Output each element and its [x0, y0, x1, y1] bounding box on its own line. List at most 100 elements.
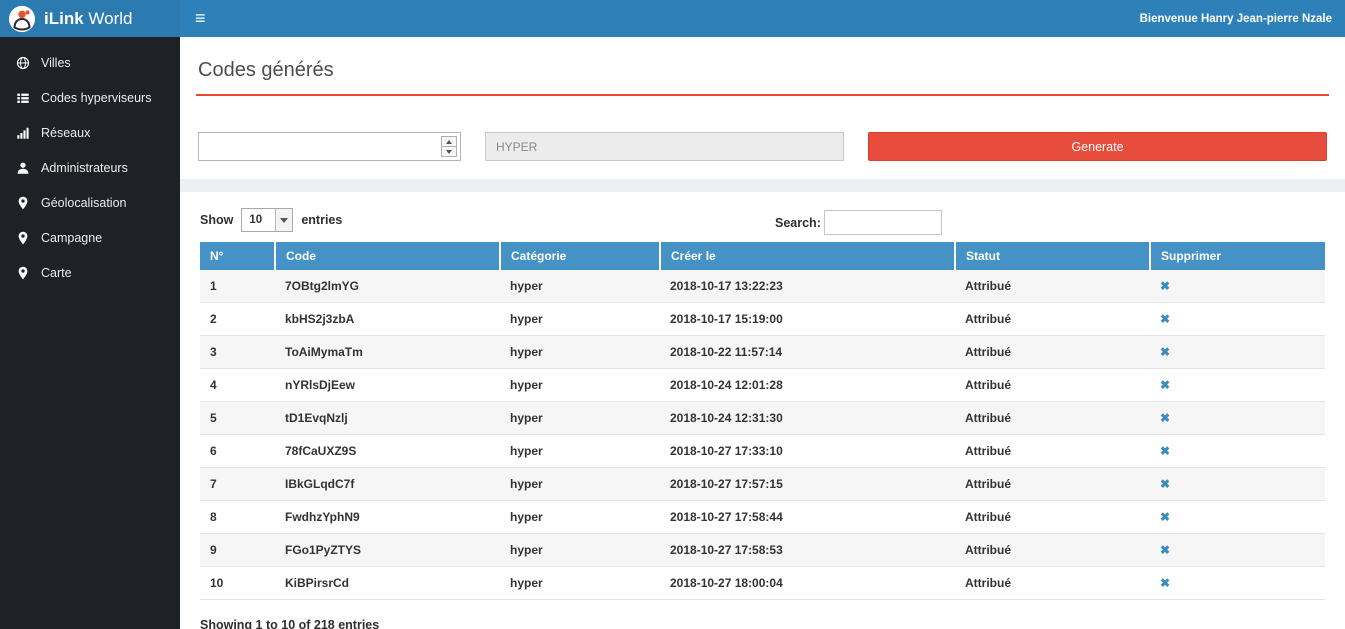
header-num[interactable]: N°	[200, 242, 275, 270]
pagination: Previous 12345…22 Next	[265, 612, 1345, 629]
table-row: 8FwdhzYphN9hyper2018-10-27 17:58:44Attri…	[200, 501, 1325, 534]
page-length-control: Show 10 entries	[200, 208, 1325, 232]
cell-category: hyper	[500, 270, 660, 303]
cell-created: 2018-10-27 17:33:10	[660, 435, 955, 468]
cell-delete: ✖	[1150, 336, 1325, 369]
search-input[interactable]	[824, 210, 942, 235]
user-icon	[15, 160, 30, 175]
generate-panel: Codes générés Generate	[180, 37, 1345, 179]
cell-num: 6	[200, 435, 275, 468]
sidebar-item-reseaux[interactable]: Réseaux	[0, 115, 180, 150]
welcome-user-name: Hanry Jean-pierre Nzale	[1201, 13, 1332, 25]
table-controls: Show 10 entries Search:	[200, 208, 1325, 242]
cell-delete: ✖	[1150, 468, 1325, 501]
cell-created: 2018-10-27 18:00:04	[660, 567, 955, 600]
header-code[interactable]: Code	[275, 242, 500, 270]
delete-icon[interactable]: ✖	[1160, 543, 1170, 557]
cell-status: Attribué	[955, 336, 1150, 369]
sidebar-item-codes-hyperviseurs[interactable]: Codes hyperviseurs	[0, 80, 180, 115]
cell-created: 2018-10-17 15:19:00	[660, 303, 955, 336]
table-row: 9FGo1PyZTYShyper2018-10-27 17:58:53Attri…	[200, 534, 1325, 567]
globe-icon	[15, 55, 30, 70]
ilink-logo	[8, 5, 36, 33]
delete-icon[interactable]: ✖	[1160, 345, 1170, 359]
cell-status: Attribué	[955, 567, 1150, 600]
hamburger-menu-icon[interactable]: ≡	[180, 0, 221, 37]
cell-created: 2018-10-27 17:58:44	[660, 501, 955, 534]
cell-category: hyper	[500, 534, 660, 567]
delete-icon[interactable]: ✖	[1160, 279, 1170, 293]
sidebar-item-villes[interactable]: Villes	[0, 45, 180, 80]
delete-icon[interactable]: ✖	[1160, 444, 1170, 458]
page-length-select[interactable]: 10	[241, 208, 293, 232]
cell-num: 1	[200, 270, 275, 303]
cell-status: Attribué	[955, 270, 1150, 303]
sidebar-item-campagne[interactable]: Campagne	[0, 220, 180, 255]
cell-code: 7OBtg2lmYG	[275, 270, 500, 303]
delete-icon[interactable]: ✖	[1160, 411, 1170, 425]
cell-delete: ✖	[1150, 270, 1325, 303]
show-label: Show	[200, 213, 233, 227]
cell-delete: ✖	[1150, 567, 1325, 600]
sidebar-item-administrateurs[interactable]: Administrateurs	[0, 150, 180, 185]
cell-status: Attribué	[955, 303, 1150, 336]
brand-title: iLink World	[44, 9, 132, 29]
cell-code: kbHS2j3zbA	[275, 303, 500, 336]
table-footer: Showing 1 to 10 of 218 entries Previous …	[200, 612, 1325, 629]
stepper-down-icon[interactable]	[442, 147, 456, 156]
title-divider	[196, 94, 1329, 96]
cell-status: Attribué	[955, 468, 1150, 501]
header-created[interactable]: Créer le	[660, 242, 955, 270]
cell-num: 5	[200, 402, 275, 435]
delete-icon[interactable]: ✖	[1160, 378, 1170, 392]
cell-num: 8	[200, 501, 275, 534]
cell-category: hyper	[500, 468, 660, 501]
delete-icon[interactable]: ✖	[1160, 477, 1170, 491]
delete-icon[interactable]: ✖	[1160, 312, 1170, 326]
cell-code: nYRlsDjEew	[275, 369, 500, 402]
cell-delete: ✖	[1150, 435, 1325, 468]
search-label: Search:	[775, 216, 821, 230]
sidebar-item-label: Carte	[41, 266, 72, 280]
map-marker-icon	[15, 265, 30, 280]
table-row: 3ToAiMymaTmhyper2018-10-22 11:57:14Attri…	[200, 336, 1325, 369]
map-marker-icon	[15, 230, 30, 245]
sidebar-item-label: Codes hyperviseurs	[41, 91, 151, 105]
brand-strong: iLink	[44, 9, 84, 28]
table-row: 7IBkGLqdC7fhyper2018-10-27 17:57:15Attri…	[200, 468, 1325, 501]
quantity-stepper[interactable]	[198, 132, 461, 161]
header-category[interactable]: Catégorie	[500, 242, 660, 270]
cell-status: Attribué	[955, 501, 1150, 534]
cell-status: Attribué	[955, 534, 1150, 567]
table-row: 2kbHS2j3zbAhyper2018-10-17 15:19:00Attri…	[200, 303, 1325, 336]
delete-icon[interactable]: ✖	[1160, 576, 1170, 590]
cell-delete: ✖	[1150, 501, 1325, 534]
table-row: 10KiBPirsrCdhyper2018-10-27 18:00:04Attr…	[200, 567, 1325, 600]
cell-created: 2018-10-27 17:57:15	[660, 468, 955, 501]
generate-button[interactable]: Generate	[868, 132, 1327, 161]
cell-num: 2	[200, 303, 275, 336]
cell-created: 2018-10-24 12:31:30	[660, 402, 955, 435]
cell-num: 9	[200, 534, 275, 567]
category-field	[485, 132, 844, 161]
stepper-arrows[interactable]	[441, 136, 457, 157]
delete-icon[interactable]: ✖	[1160, 510, 1170, 524]
sidebar-item-carte[interactable]: Carte	[0, 255, 180, 290]
cell-created: 2018-10-17 13:22:23	[660, 270, 955, 303]
cell-category: hyper	[500, 303, 660, 336]
table-row: 17OBtg2lmYGhyper2018-10-17 13:22:23Attri…	[200, 270, 1325, 303]
header-status[interactable]: Statut	[955, 242, 1150, 270]
cell-status: Attribué	[955, 435, 1150, 468]
cell-num: 10	[200, 567, 275, 600]
cell-num: 4	[200, 369, 275, 402]
header-delete[interactable]: Supprimer	[1150, 242, 1325, 270]
main-content: Codes générés Generate Show 10 e	[180, 37, 1345, 629]
list-icon	[15, 90, 30, 105]
table-header: N° Code Catégorie Créer le Statut Suppri…	[200, 242, 1325, 270]
stepper-up-icon[interactable]	[442, 137, 456, 147]
sidebar-item-label: Réseaux	[41, 126, 90, 140]
cell-delete: ✖	[1150, 303, 1325, 336]
sidebar-item-geolocalisation[interactable]: Géolocalisation	[0, 185, 180, 220]
search-control: Search:	[775, 210, 942, 235]
brand: iLink World	[0, 0, 180, 37]
